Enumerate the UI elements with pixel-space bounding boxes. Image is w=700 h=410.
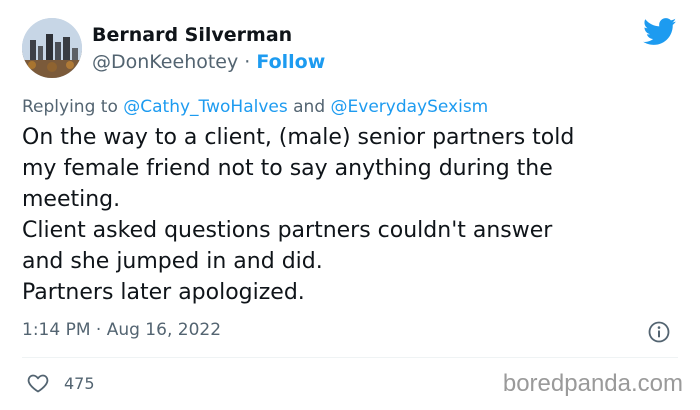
twitter-bird-icon[interactable] [643,18,677,46]
tweet-line: my female friend not to say anything dur… [22,156,553,181]
follow-button[interactable]: Follow [256,51,325,73]
tweet-timestamp[interactable]: 1:14 PM · Aug 16, 2022 [22,320,221,340]
handle-separator: · [238,51,257,73]
tweet-line: and she jumped in and did. [22,249,323,274]
tweet-line: Client asked questions partners couldn't… [22,218,553,243]
tweet-text: On the way to a client, (male) senior pa… [22,122,682,308]
author-handle-line: @DonKeehotey · Follow [92,51,325,73]
boredpanda-watermark: boredpanda.com [502,370,683,397]
avatar-city-image [22,18,82,78]
heart-icon[interactable] [26,371,50,395]
like-count[interactable]: 475 [64,374,95,393]
reply-prefix: Replying to [22,97,124,117]
reply-context: Replying to @Cathy_TwoHalves and @Everyd… [22,97,488,117]
reply-mention-cathy[interactable]: @Cathy_TwoHalves [123,97,287,117]
author-handle[interactable]: @DonKeehotey [92,51,238,73]
tweet-line: Partners later apologized. [22,280,305,305]
divider [22,357,678,358]
info-icon[interactable] [647,320,671,344]
tweet-line: meeting. [22,187,121,212]
avatar[interactable] [22,18,82,78]
author-name[interactable]: Bernard Silverman [92,24,292,46]
tweet-line: On the way to a client, (male) senior pa… [22,125,575,150]
reply-mention-everydaysexism[interactable]: @EverydaySexism [331,97,489,117]
reply-conjunction: and [287,97,331,117]
